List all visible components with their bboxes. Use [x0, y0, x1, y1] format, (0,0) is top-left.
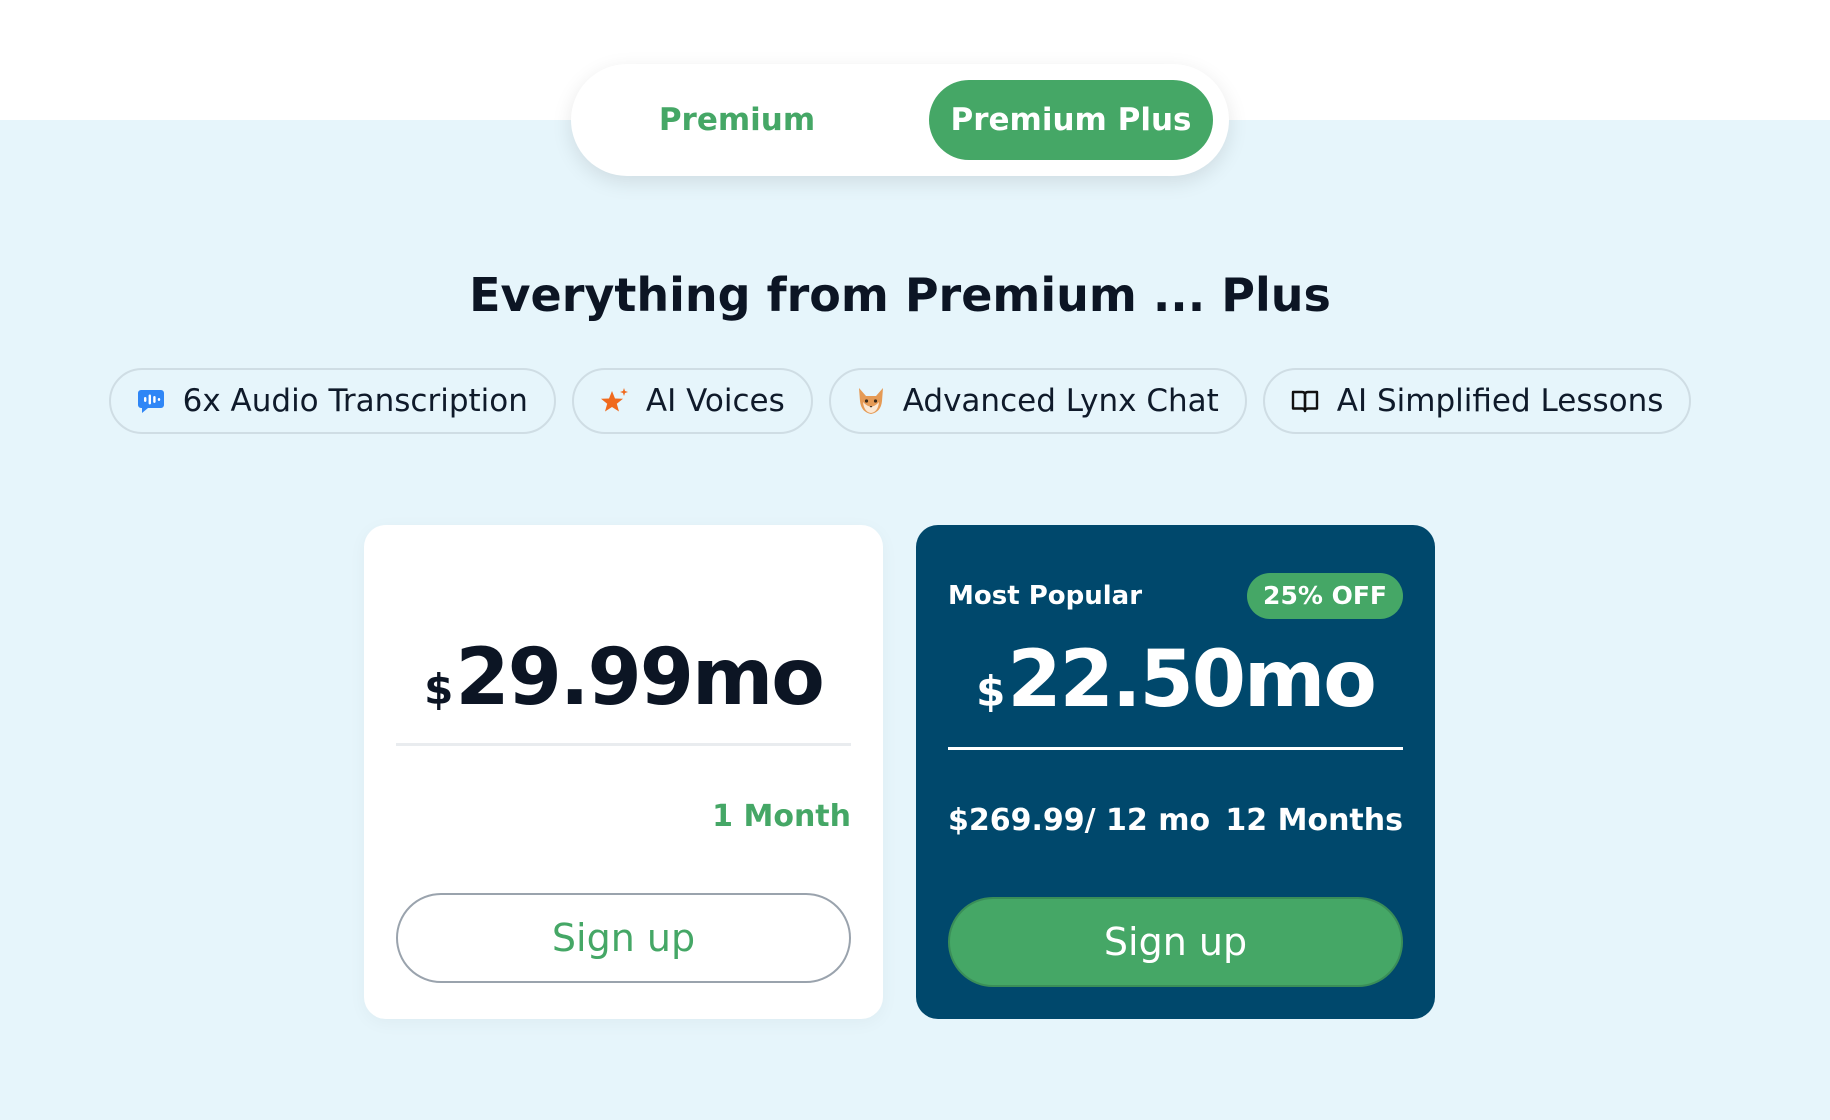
plan-card-yearly: Most Popular 25% OFF $22.50mo $269.99/ 1…: [916, 525, 1435, 1019]
feature-chips: 6x Audio Transcription AI Voices Advance…: [0, 368, 1800, 434]
plan-period: 12 Months: [1225, 803, 1403, 838]
page-title: Everything from Premium ... Plus: [469, 268, 1331, 322]
feature-chip-ai-voices: AI Voices: [571, 368, 813, 434]
feature-label: 6x Audio Transcription: [182, 383, 528, 419]
discount-badge: 25% OFF: [1247, 573, 1403, 619]
lynx-face-icon: [855, 385, 887, 417]
feature-label: AI Simplified Lessons: [1336, 383, 1664, 419]
divider: [396, 743, 851, 746]
signup-button-monthly[interactable]: Sign up: [396, 893, 851, 983]
most-popular-label: Most Popular: [948, 581, 1143, 611]
toggle-premium-plus[interactable]: Premium Plus: [929, 80, 1213, 160]
feature-chip-ai-lessons: AI Simplified Lessons: [1262, 368, 1692, 434]
currency-symbol: $: [976, 667, 1006, 716]
plan-period: 1 Month: [712, 799, 851, 834]
signup-button-yearly[interactable]: Sign up: [948, 897, 1403, 987]
sparkle-star-icon: [598, 385, 630, 417]
price-amount: 29.99mo: [455, 633, 825, 723]
divider: [948, 747, 1403, 750]
currency-symbol: $: [424, 665, 454, 714]
feature-label: AI Voices: [645, 383, 785, 419]
toggle-premium[interactable]: Premium: [587, 80, 887, 160]
feature-chip-audio-transcription: 6x Audio Transcription: [108, 368, 556, 434]
badge-row: Most Popular 25% OFF: [948, 573, 1403, 619]
price: $29.99mo: [364, 633, 883, 723]
plan-toggle: Premium Premium Plus: [571, 64, 1229, 176]
open-book-icon: [1289, 385, 1321, 417]
feature-chip-lynx-chat: Advanced Lynx Chat: [828, 368, 1247, 434]
price: $22.50mo: [916, 635, 1435, 725]
speech-bubble-icon: [135, 385, 167, 417]
plan-total: $269.99/ 12 mo: [948, 803, 1211, 838]
feature-label: Advanced Lynx Chat: [902, 383, 1219, 419]
plan-card-monthly: $29.99mo 1 Month Sign up: [364, 525, 883, 1019]
price-amount: 22.50mo: [1007, 635, 1377, 725]
